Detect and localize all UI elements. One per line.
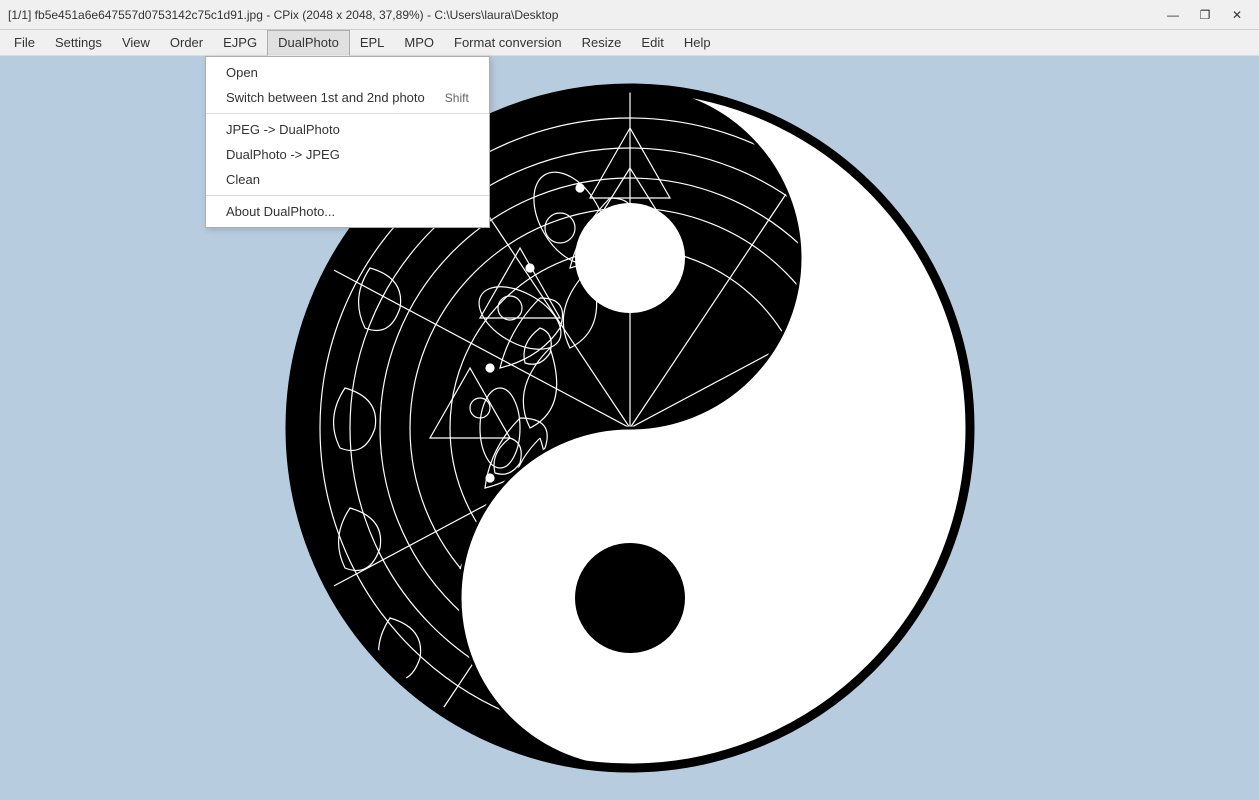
dropdown-switch-shortcut: Shift [445, 91, 469, 105]
menu-view[interactable]: View [112, 30, 160, 56]
menu-bar: File Settings View Order EJPG DualPhoto … [0, 30, 1259, 56]
menu-help[interactable]: Help [674, 30, 721, 56]
dropdown-jpeg-to-dual-label: JPEG -> DualPhoto [226, 122, 340, 137]
content-area [0, 56, 1259, 800]
close-button[interactable]: ✕ [1223, 5, 1251, 25]
dropdown-about[interactable]: About DualPhoto... [206, 199, 489, 224]
dropdown-switch[interactable]: Switch between 1st and 2nd photo Shift [206, 85, 489, 110]
dropdown-about-label: About DualPhoto... [226, 204, 335, 219]
dropdown-jpeg-to-dual[interactable]: JPEG -> DualPhoto [206, 117, 489, 142]
menu-formatconversion[interactable]: Format conversion [444, 30, 572, 56]
dropdown-sep2 [206, 195, 489, 196]
dropdown-switch-label: Switch between 1st and 2nd photo [226, 90, 425, 105]
dropdown-open-label: Open [226, 65, 258, 80]
image-container [0, 56, 1259, 800]
menu-resize[interactable]: Resize [572, 30, 632, 56]
dropdown-clean-label: Clean [226, 172, 260, 187]
dropdown-dual-to-jpeg-label: DualPhoto -> JPEG [226, 147, 340, 162]
dropdown-sep1 [206, 113, 489, 114]
minimize-button[interactable]: — [1159, 5, 1187, 25]
title-text: [1/1] fb5e451a6e647557d0753142c75c1d91.j… [8, 8, 558, 22]
menu-file[interactable]: File [4, 30, 45, 56]
menu-settings[interactable]: Settings [45, 30, 112, 56]
menu-epl[interactable]: EPL [350, 30, 395, 56]
dropdown-dual-to-jpeg[interactable]: DualPhoto -> JPEG [206, 142, 489, 167]
menu-edit[interactable]: Edit [631, 30, 673, 56]
menu-mpo[interactable]: MPO [394, 30, 444, 56]
menu-dualphoto[interactable]: DualPhoto [267, 30, 350, 56]
dropdown-clean[interactable]: Clean [206, 167, 489, 192]
menu-order[interactable]: Order [160, 30, 213, 56]
maximize-button[interactable]: ❐ [1191, 5, 1219, 25]
title-controls: — ❐ ✕ [1159, 5, 1251, 25]
dropdown-open[interactable]: Open [206, 60, 489, 85]
menu-ejpg[interactable]: EJPG [213, 30, 267, 56]
title-bar: [1/1] fb5e451a6e647557d0753142c75c1d91.j… [0, 0, 1259, 30]
dualphoto-dropdown: Open Switch between 1st and 2nd photo Sh… [205, 56, 490, 228]
